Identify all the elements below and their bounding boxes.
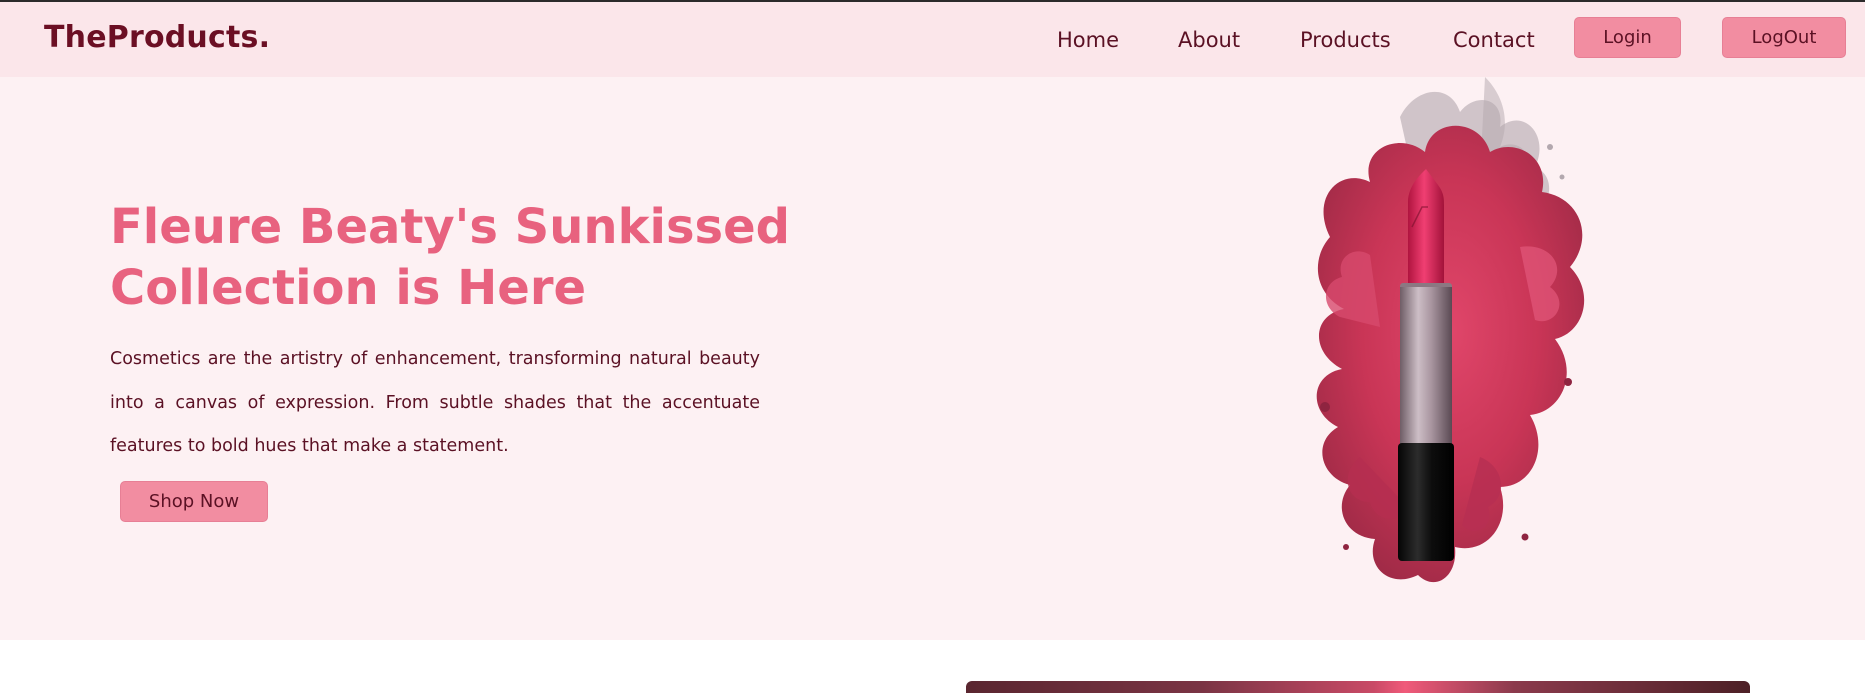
shop-now-button[interactable]: Shop Now <box>120 481 268 522</box>
nav-link-contact[interactable]: Contact <box>1453 28 1535 52</box>
lipstick-splash-image <box>1316 77 1585 583</box>
nav-link-products[interactable]: Products <box>1300 28 1391 52</box>
nav-link-about[interactable]: About <box>1178 28 1240 52</box>
nav-link-home[interactable]: Home <box>1057 28 1119 52</box>
featured-image-card <box>966 681 1750 693</box>
hero-description: Cosmetics are the artistry of enhancemen… <box>110 349 760 456</box>
navbar: TheProducts. Home About Products Contact… <box>0 2 1865 77</box>
login-button[interactable]: Login <box>1574 17 1681 58</box>
logout-button[interactable]: LogOut <box>1722 17 1846 58</box>
hero-title: Fleure Beaty's Sunkissed Collection is H… <box>110 199 790 316</box>
brand-logo[interactable]: TheProducts. <box>44 20 270 55</box>
